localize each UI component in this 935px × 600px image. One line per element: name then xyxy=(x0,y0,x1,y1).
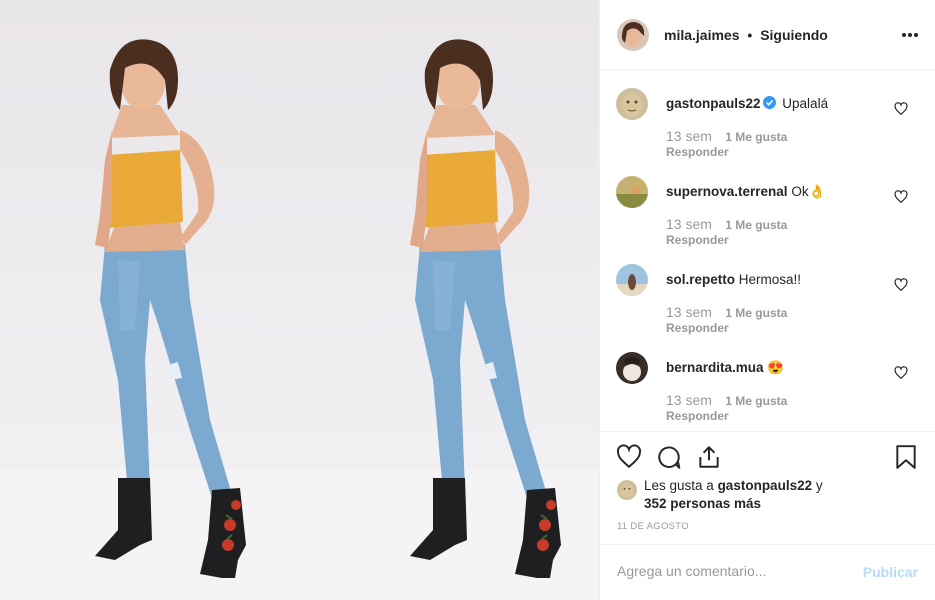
post-side-panel: mila.jaimes • Siguiendo gastonpauls22 Up… xyxy=(599,0,935,600)
comment-likes[interactable]: 1 Me gusta xyxy=(725,130,787,144)
comment-time[interactable]: 13 sem xyxy=(666,216,712,232)
post-photo[interactable] xyxy=(0,0,599,600)
author-avatar[interactable] xyxy=(617,18,649,51)
comment-avatar[interactable] xyxy=(616,88,648,120)
comment-avatar[interactable] xyxy=(616,352,648,384)
comment-text: Ok👌 xyxy=(791,184,826,199)
add-comment-section: Publicar xyxy=(600,544,935,600)
more-options-icon[interactable] xyxy=(901,22,919,42)
comment-avatar[interactable] xyxy=(616,264,648,296)
likes-prefix: Les gusta a xyxy=(644,478,718,493)
comment-body: supernova.terrenal Ok👌 xyxy=(666,183,825,201)
comment-text: Upalalá xyxy=(782,96,829,111)
post-date[interactable]: 11 DE AGOSTO xyxy=(617,521,689,532)
comment-meta: 13 sem 1 Me gusta xyxy=(666,216,787,232)
comment-body: gastonpauls22 Upalalá xyxy=(666,95,828,113)
comment-likes[interactable]: 1 Me gusta xyxy=(725,218,787,232)
comment-item: sol.repetto Hermosa!! 13 sem 1 Me gusta … xyxy=(600,247,935,335)
comment-likes[interactable]: 1 Me gusta xyxy=(725,306,787,320)
comment-username[interactable]: bernardita.mua xyxy=(666,360,764,375)
comment-avatar-image xyxy=(616,352,648,384)
comment-like-heart-icon[interactable] xyxy=(894,102,908,116)
header-text: mila.jaimes • Siguiendo xyxy=(664,27,828,43)
bookmark-icon[interactable] xyxy=(893,444,919,470)
comment-bubble-icon[interactable] xyxy=(656,444,682,470)
comment-item: gastonpauls22 Upalalá 13 sem 1 Me gusta … xyxy=(600,71,935,159)
reply-button[interactable]: Responder xyxy=(666,233,729,247)
comment-meta: 13 sem 1 Me gusta xyxy=(666,304,787,320)
comment-input[interactable] xyxy=(617,563,847,579)
comment-like-heart-icon[interactable] xyxy=(894,278,908,292)
comment-meta: 13 sem 1 Me gusta xyxy=(666,392,787,408)
author-username[interactable]: mila.jaimes xyxy=(664,27,740,43)
likes-text: Les gusta a gastonpauls22 y 352 personas … xyxy=(644,477,844,513)
comment-time[interactable]: 13 sem xyxy=(666,304,712,320)
like-heart-icon[interactable] xyxy=(616,444,642,470)
comment-time[interactable]: 13 sem xyxy=(666,128,712,144)
share-icon[interactable] xyxy=(696,444,722,470)
comment-username[interactable]: gastonpauls22 xyxy=(666,96,761,111)
comment-meta: 13 sem 1 Me gusta xyxy=(666,128,787,144)
comment-time[interactable]: 13 sem xyxy=(666,392,712,408)
post-photo-image xyxy=(0,0,599,600)
comment-likes[interactable]: 1 Me gusta xyxy=(725,394,787,408)
comment-item: supernova.terrenal Ok👌 13 sem 1 Me gusta… xyxy=(600,159,935,247)
comment-text: 😍 xyxy=(767,360,785,375)
comment-avatar-image xyxy=(616,264,648,296)
liker-avatar-image xyxy=(617,480,637,500)
reply-button[interactable]: Responder xyxy=(666,409,729,423)
likes-user-link[interactable]: gastonpauls22 xyxy=(718,478,813,493)
likes-others-link[interactable]: 352 personas más xyxy=(644,496,761,511)
liker-avatar[interactable] xyxy=(617,480,637,500)
more-options-icon-glyph xyxy=(902,33,918,37)
comment-username[interactable]: sol.repetto xyxy=(666,272,735,287)
verified-badge-icon xyxy=(762,96,776,109)
comment-item: bernardita.mua 😍 13 sem 1 Me gusta Respo… xyxy=(600,335,935,423)
comment-avatar-image xyxy=(616,88,648,120)
author-avatar-image xyxy=(617,18,649,51)
likes-suffix: y xyxy=(812,478,823,493)
comment-body: sol.repetto Hermosa!! xyxy=(666,271,801,289)
reply-button[interactable]: Responder xyxy=(666,321,729,335)
post-actions-section: Les gusta a gastonpauls22 y 352 personas … xyxy=(600,431,935,544)
publish-button[interactable]: Publicar xyxy=(863,564,918,580)
comments-list[interactable]: gastonpauls22 Upalalá 13 sem 1 Me gusta … xyxy=(600,71,935,431)
comment-avatar[interactable] xyxy=(616,176,648,208)
comment-body: bernardita.mua 😍 xyxy=(666,359,784,377)
comment-like-heart-icon[interactable] xyxy=(894,190,908,204)
comment-username[interactable]: supernova.terrenal xyxy=(666,184,788,199)
comment-like-heart-icon[interactable] xyxy=(894,366,908,380)
follow-state-button[interactable]: Siguiendo xyxy=(760,27,828,43)
comment-avatar-image xyxy=(616,176,648,208)
post-header: mila.jaimes • Siguiendo xyxy=(600,0,935,70)
comment-text: Hermosa!! xyxy=(738,272,802,287)
reply-button[interactable]: Responder xyxy=(666,145,729,159)
header-separator: • xyxy=(747,26,753,43)
likes-summary: Les gusta a gastonpauls22 y 352 personas … xyxy=(617,477,844,513)
